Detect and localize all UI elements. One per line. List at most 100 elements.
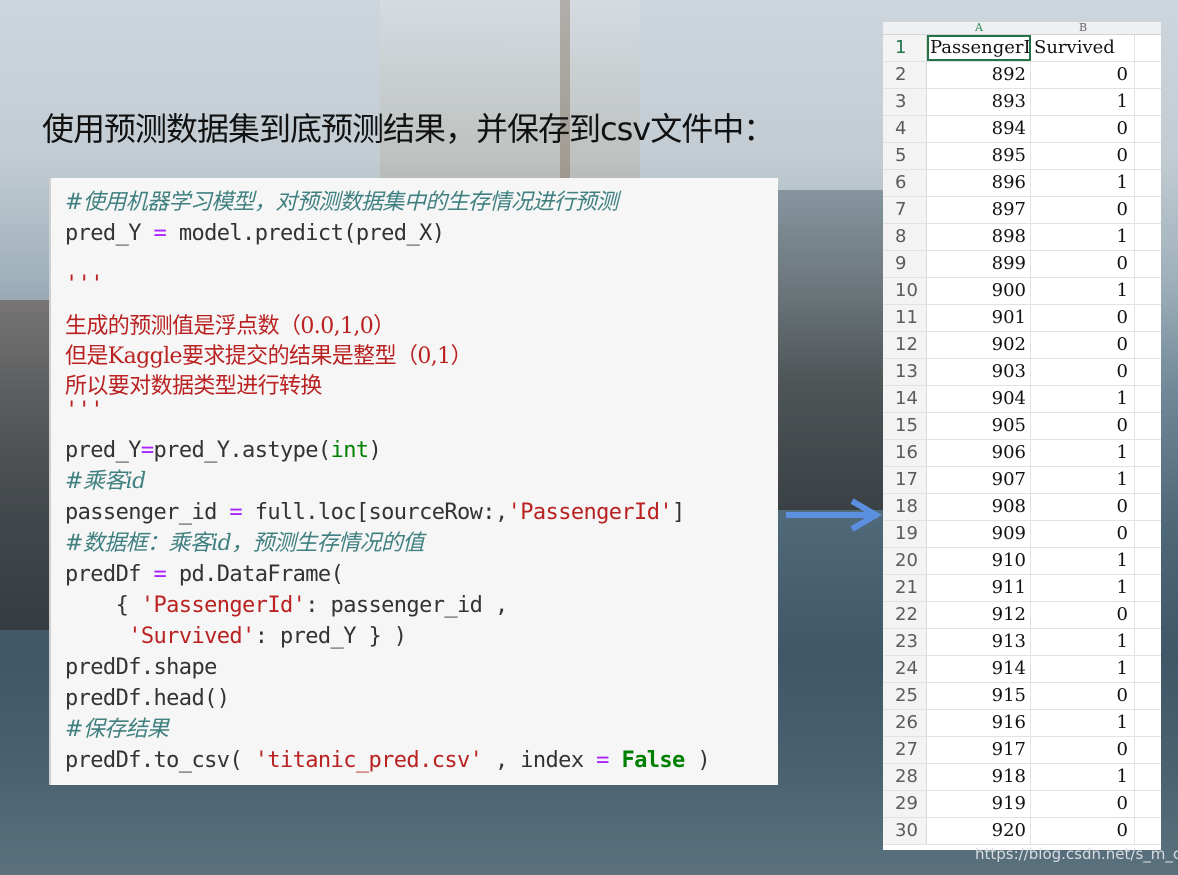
- empty-cell[interactable]: [1135, 602, 1161, 628]
- cell-passengerid[interactable]: 910: [927, 548, 1031, 574]
- empty-cell[interactable]: [1135, 683, 1161, 709]
- row-number[interactable]: 9: [883, 251, 927, 277]
- cell-passengerid[interactable]: 895: [927, 143, 1031, 169]
- empty-cell[interactable]: [1135, 494, 1161, 520]
- cell-passengerid[interactable]: 912: [927, 602, 1031, 628]
- cell-survived[interactable]: 0: [1031, 116, 1135, 142]
- row-number[interactable]: 14: [883, 386, 927, 412]
- cell-survived[interactable]: 0: [1031, 818, 1135, 844]
- cell-passengerid[interactable]: 915: [927, 683, 1031, 709]
- cell-passengerid[interactable]: 894: [927, 116, 1031, 142]
- empty-cell[interactable]: [1135, 197, 1161, 223]
- row-number[interactable]: 5: [883, 143, 927, 169]
- cell-survived[interactable]: 1: [1031, 629, 1135, 655]
- cell-passengerid[interactable]: 913: [927, 629, 1031, 655]
- empty-cell[interactable]: [1135, 440, 1161, 466]
- row-number[interactable]: 28: [883, 764, 927, 790]
- row-number[interactable]: 13: [883, 359, 927, 385]
- cell-passengerid[interactable]: 904: [927, 386, 1031, 412]
- empty-cell[interactable]: [1135, 656, 1161, 682]
- empty-cell[interactable]: [1135, 278, 1161, 304]
- cell-passengerid[interactable]: 914: [927, 656, 1031, 682]
- empty-cell[interactable]: [1135, 521, 1161, 547]
- cell-passengerid[interactable]: 916: [927, 710, 1031, 736]
- column-header-b[interactable]: B: [1031, 22, 1135, 34]
- empty-cell[interactable]: [1135, 251, 1161, 277]
- cell-survived[interactable]: 1: [1031, 170, 1135, 196]
- cell-passengerid[interactable]: 918: [927, 764, 1031, 790]
- empty-cell[interactable]: [1135, 386, 1161, 412]
- cell-survived[interactable]: 1: [1031, 764, 1135, 790]
- cell-passengerid[interactable]: 917: [927, 737, 1031, 763]
- empty-cell[interactable]: [1135, 305, 1161, 331]
- cell-passengerid[interactable]: 911: [927, 575, 1031, 601]
- row-number[interactable]: 2: [883, 62, 927, 88]
- cell-survived-header[interactable]: Survived: [1031, 35, 1135, 61]
- cell-survived[interactable]: 0: [1031, 251, 1135, 277]
- cell-passengerid[interactable]: 892: [927, 62, 1031, 88]
- empty-cell[interactable]: [1135, 413, 1161, 439]
- cell-survived[interactable]: 1: [1031, 548, 1135, 574]
- cell-survived[interactable]: 0: [1031, 494, 1135, 520]
- cell-survived[interactable]: 0: [1031, 683, 1135, 709]
- row-number[interactable]: 30: [883, 818, 927, 844]
- cell-passengerid[interactable]: 908: [927, 494, 1031, 520]
- cell-passengerid[interactable]: 902: [927, 332, 1031, 358]
- empty-cell[interactable]: [1135, 737, 1161, 763]
- empty-cell[interactable]: [1135, 629, 1161, 655]
- cell-passengerid[interactable]: 897: [927, 197, 1031, 223]
- cell-passengerid[interactable]: 909: [927, 521, 1031, 547]
- empty-cell[interactable]: [1135, 170, 1161, 196]
- empty-cell[interactable]: [1135, 224, 1161, 250]
- row-number[interactable]: 17: [883, 467, 927, 493]
- row-number[interactable]: 24: [883, 656, 927, 682]
- cell-survived[interactable]: 0: [1031, 197, 1135, 223]
- cell-survived[interactable]: 1: [1031, 656, 1135, 682]
- cell-survived[interactable]: 1: [1031, 710, 1135, 736]
- row-number[interactable]: 23: [883, 629, 927, 655]
- row-number[interactable]: 1: [883, 35, 927, 61]
- row-number[interactable]: 20: [883, 548, 927, 574]
- cell-survived[interactable]: 0: [1031, 521, 1135, 547]
- cell-passengerid[interactable]: 905: [927, 413, 1031, 439]
- empty-cell[interactable]: [1135, 818, 1161, 844]
- cell-passengerid[interactable]: 898: [927, 224, 1031, 250]
- cell-passengerid[interactable]: 919: [927, 791, 1031, 817]
- empty-cell[interactable]: [1135, 35, 1161, 61]
- cell-survived[interactable]: 1: [1031, 575, 1135, 601]
- cell-survived[interactable]: 0: [1031, 602, 1135, 628]
- row-number[interactable]: 27: [883, 737, 927, 763]
- empty-cell[interactable]: [1135, 548, 1161, 574]
- cell-survived[interactable]: 1: [1031, 89, 1135, 115]
- row-number[interactable]: 16: [883, 440, 927, 466]
- cell-survived[interactable]: 1: [1031, 467, 1135, 493]
- cell-passengerid[interactable]: 901: [927, 305, 1031, 331]
- cell-survived[interactable]: 0: [1031, 791, 1135, 817]
- cell-survived[interactable]: 0: [1031, 737, 1135, 763]
- row-number[interactable]: 26: [883, 710, 927, 736]
- row-number[interactable]: 22: [883, 602, 927, 628]
- empty-cell[interactable]: [1135, 791, 1161, 817]
- row-number[interactable]: 21: [883, 575, 927, 601]
- cell-passengerid[interactable]: 896: [927, 170, 1031, 196]
- empty-cell[interactable]: [1135, 332, 1161, 358]
- row-number[interactable]: 6: [883, 170, 927, 196]
- cell-passengerid-header[interactable]: PassengerId: [927, 35, 1031, 61]
- row-number[interactable]: 11: [883, 305, 927, 331]
- cell-passengerid[interactable]: 906: [927, 440, 1031, 466]
- cell-survived[interactable]: 0: [1031, 305, 1135, 331]
- row-number[interactable]: 25: [883, 683, 927, 709]
- cell-survived[interactable]: 0: [1031, 359, 1135, 385]
- row-number[interactable]: 10: [883, 278, 927, 304]
- row-number[interactable]: 8: [883, 224, 927, 250]
- empty-cell[interactable]: [1135, 116, 1161, 142]
- cell-survived[interactable]: 0: [1031, 413, 1135, 439]
- cell-survived[interactable]: 1: [1031, 440, 1135, 466]
- cell-passengerid[interactable]: 899: [927, 251, 1031, 277]
- empty-cell[interactable]: [1135, 89, 1161, 115]
- cell-passengerid[interactable]: 903: [927, 359, 1031, 385]
- empty-cell[interactable]: [1135, 359, 1161, 385]
- row-number[interactable]: 29: [883, 791, 927, 817]
- empty-cell[interactable]: [1135, 467, 1161, 493]
- row-number[interactable]: 4: [883, 116, 927, 142]
